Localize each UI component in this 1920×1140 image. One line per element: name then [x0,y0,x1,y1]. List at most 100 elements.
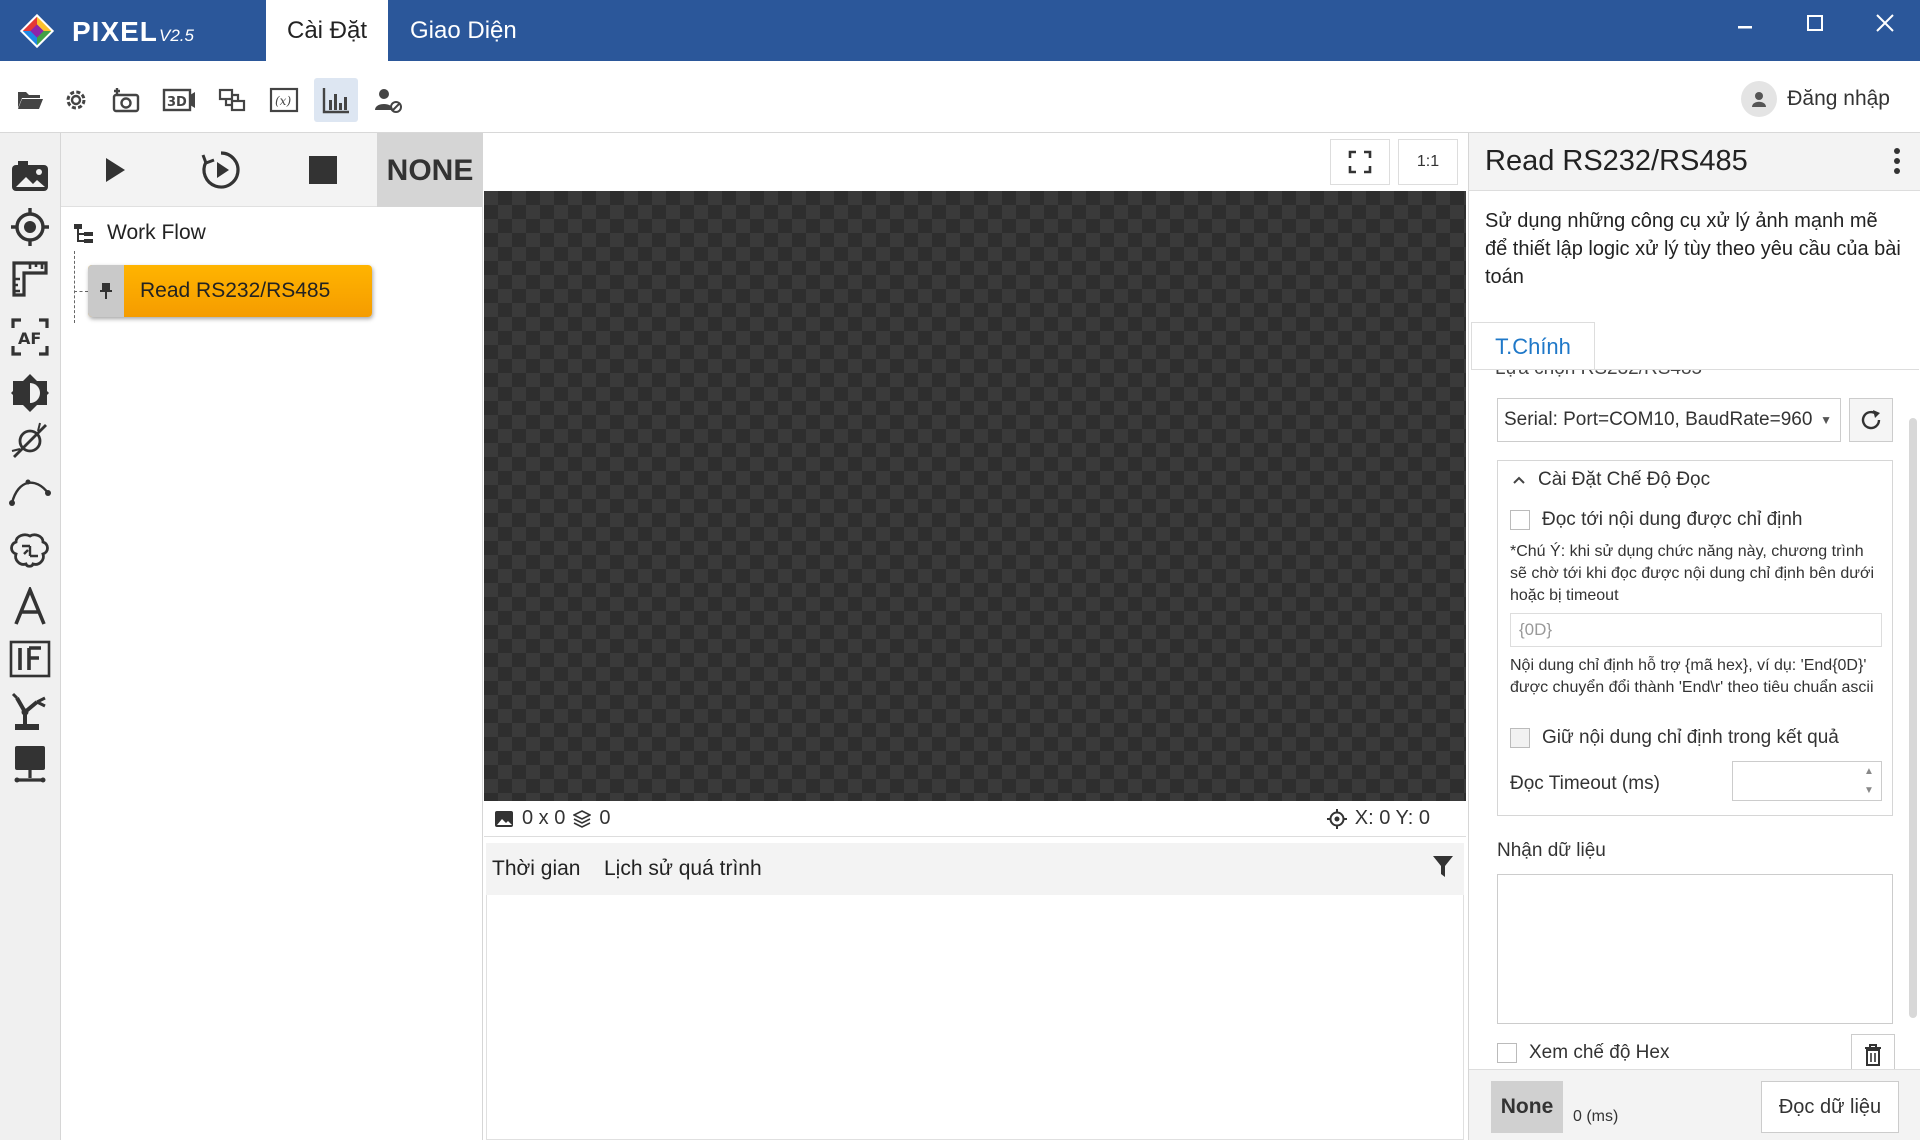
read-until-checkbox-row[interactable]: Đọc tới nội dung được chỉ định [1510,509,1803,531]
hex-view-checkbox[interactable] [1497,1043,1517,1063]
tool-ai[interactable] [8,529,52,573]
tab-main[interactable]: T.Chính [1471,322,1595,370]
read-mode-group-header[interactable]: Cài Đặt Chế Độ Đọc [1512,469,1710,491]
maximize-button[interactable] [1780,0,1850,46]
log-list[interactable] [486,895,1464,1140]
close-button[interactable] [1850,0,1920,46]
crosshair-icon [1326,808,1347,829]
user-settings-button[interactable] [366,78,410,122]
maximize-icon [1807,15,1823,31]
run-controls: NONE [61,133,483,207]
tool-brightness[interactable] [8,371,52,415]
title-bar: PIXEL V2.5 Cài Đặt Giao Diện [0,0,1920,61]
keep-content-checkbox-row[interactable]: Giữ nội dung chỉ định trong kết quả [1510,727,1839,749]
avatar [1741,81,1778,117]
tab-main-content: Lựa chọn RS232/RS485 Serial: Port=COM10,… [1471,369,1919,1069]
statistics-button[interactable] [314,78,358,122]
locate-icon [11,208,49,246]
fullscreen-icon [1348,150,1372,174]
tool-autofocus[interactable]: AF [8,315,52,359]
image-canvas[interactable] [484,191,1466,801]
run-mode-indicator[interactable]: NONE [377,133,483,207]
variables-button[interactable]: (x) [262,78,306,122]
stepper-down-icon[interactable]: ▼ [1864,785,1874,796]
properties-panel: Read RS232/RS485 Sử dụng những công cụ x… [1468,133,1920,1140]
keep-content-checkbox[interactable] [1510,728,1530,748]
add-camera-button[interactable] [104,78,148,122]
tool-monitor[interactable] [8,743,52,787]
properties-scrollbar[interactable] [1909,418,1917,1018]
svg-text:(x): (x) [275,94,291,108]
settings-button[interactable] [54,78,98,122]
timeout-stepper[interactable]: ▲ ▼ [1732,761,1882,801]
minimize-icon [1738,26,1752,29]
workflow-root[interactable]: Work Flow [73,221,206,245]
tree-icon [74,224,93,243]
tool-image-acquisition[interactable] [8,155,52,199]
login-button[interactable]: Đăng nhập [1741,79,1890,119]
stepper-up-icon[interactable]: ▲ [1864,766,1874,777]
run-button[interactable] [91,146,139,194]
read-until-checkbox[interactable] [1510,510,1530,530]
app-version: V2.5 [159,26,194,45]
node-handle[interactable] [88,265,124,317]
measure-icon [12,261,48,297]
tool-no-detect[interactable] [8,419,52,463]
terminator-input[interactable]: {0D} [1510,613,1882,647]
refresh-ports-button[interactable] [1849,398,1893,442]
more-options-button[interactable] [1893,147,1901,180]
read-data-button[interactable]: Đọc dữ liệu [1761,1081,1899,1133]
tab-interface[interactable]: Giao Diện [388,0,539,61]
stop-icon [309,156,337,184]
tool-ocr[interactable] [8,585,52,629]
tool-measure[interactable] [8,257,52,301]
play-icon [106,158,125,182]
image-status-bar: 0 x 0 0 X: 0 Y: 0 [484,801,1466,837]
svg-text:AF: AF [18,329,41,348]
layer-count: 0 [599,807,611,829]
zoom-1to1-button[interactable]: 1:1 [1398,139,1458,185]
svg-text:3D: 3D [167,95,187,110]
tree-connector [74,251,75,323]
elapsed-time: 0 (ms) [1573,1108,1619,1125]
close-icon [1876,14,1894,32]
read-mode-group: Cài Đặt Chế Độ Đọc Đọc tới nội dung được… [1497,460,1893,816]
port-select[interactable]: Serial: Port=COM10, BaudRate=960 ▼ [1497,398,1841,442]
connection-button[interactable] [210,78,254,122]
login-label: Đăng nhập [1787,87,1890,110]
image-size: 0 x 0 [522,807,566,829]
clear-data-button[interactable] [1851,1034,1895,1069]
tab-settings[interactable]: Cài Đặt [266,0,388,61]
hex-view-label: Xem chế độ Hex [1529,1042,1670,1063]
timeout-label: Đọc Timeout (ms) [1510,773,1660,794]
tool-curve[interactable] [8,469,52,513]
log-filter-button[interactable] [1432,855,1454,885]
log-column-time[interactable]: Thời gian [492,857,580,881]
filter-icon [1433,856,1453,877]
dropdown-arrow-icon: ▼ [1820,413,1832,427]
image-icon [495,810,513,827]
run-loop-button[interactable] [197,146,245,194]
3d-button[interactable]: 3D [157,78,201,122]
received-data-box[interactable] [1497,874,1893,1024]
timeout-stepper-buttons[interactable]: ▲ ▼ [1857,762,1881,800]
loop-play-icon [201,151,240,189]
open-folder-button[interactable] [8,78,52,122]
tool-if-logic[interactable] [8,637,52,681]
workflow-node[interactable]: Read RS232/RS485 [88,265,372,317]
log-column-history[interactable]: Lịch sử quá trình [604,857,762,881]
fullscreen-button[interactable] [1330,139,1390,185]
hex-view-checkbox-row[interactable]: Xem chế độ Hex [1497,1042,1669,1064]
terminator-note: Nội dung chỉ định hỗ trợ {mã hex}, ví dụ… [1510,657,1874,696]
trash-icon [1865,1043,1881,1066]
minimize-button[interactable] [1710,0,1780,46]
tool-title: Read RS232/RS485 [1485,145,1748,177]
pin-icon [100,283,112,299]
chevron-up-icon [1513,476,1525,484]
autofocus-icon: AF [11,318,49,356]
tool-robot[interactable] [8,689,52,733]
stop-button[interactable] [299,146,347,194]
toolbar: 3D (x) Đăng nhập [0,61,1920,133]
log-header: Thời gian Lịch sử quá trình [486,843,1464,895]
tool-locate[interactable] [8,205,52,249]
